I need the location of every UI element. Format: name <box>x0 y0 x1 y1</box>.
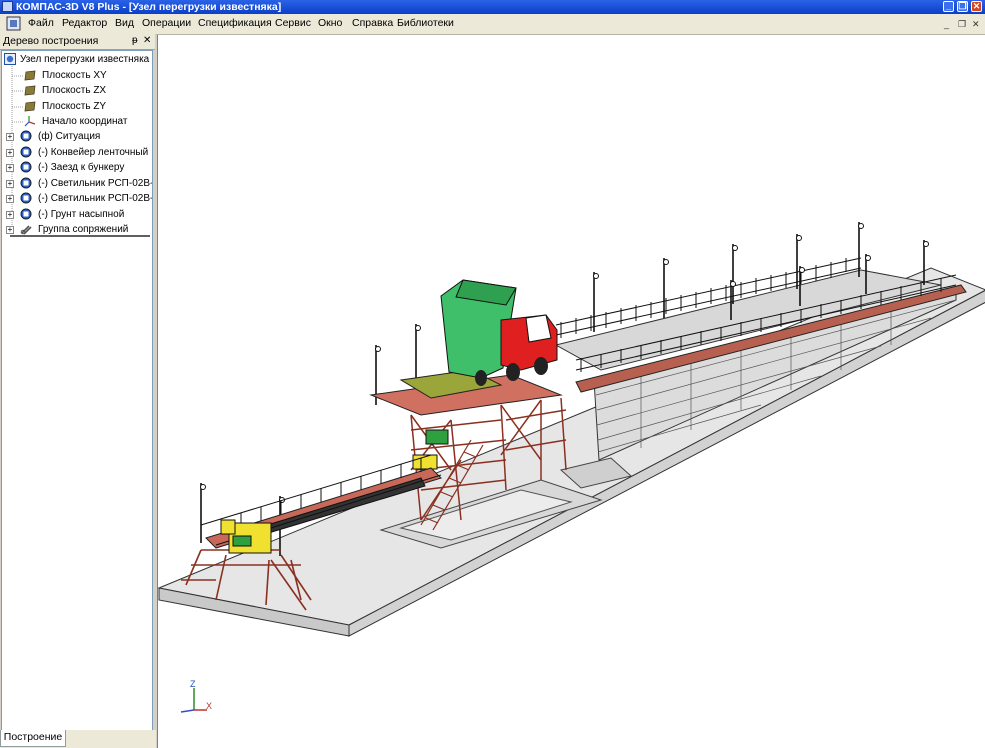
tree-item-lamp-2[interactable]: + (-) Светильник РСП-02В- <box>6 191 152 206</box>
tree-item-label: Плоскость XY <box>42 70 107 81</box>
app-icon <box>2 1 13 12</box>
menu-view[interactable]: Вид <box>115 17 134 29</box>
restore-icon[interactable]: ❐ <box>957 1 968 12</box>
origin-icon <box>24 116 36 127</box>
tree-item-ground[interactable]: + (-) Грунт насыпной <box>6 207 152 222</box>
panel-close-icon[interactable]: ✕ <box>143 35 151 46</box>
tree-item-label: (ф) Ситуация <box>38 131 101 142</box>
tree-item-label: (-) Светильник РСП-02В- <box>38 178 153 189</box>
component-icon <box>20 177 32 189</box>
tree-item-label: (-) Грунт насыпной <box>38 209 125 220</box>
component-icon <box>20 161 32 173</box>
drive-motor <box>425 429 449 445</box>
tree-item-lamp-1[interactable]: + (-) Светильник РСП-02В- <box>6 176 152 191</box>
menu-bar: Файл Редактор Вид Операции Спецификация … <box>0 14 985 35</box>
model-render: Z X <box>158 222 985 713</box>
tree-item-mates[interactable]: + Группа сопряжений <box>6 222 152 237</box>
expand-icon[interactable]: + <box>6 164 14 172</box>
menu-service[interactable]: Сервис <box>275 17 311 29</box>
axis-indicator: Z X <box>180 679 212 713</box>
minimize-icon[interactable]: _ <box>943 1 954 12</box>
expand-icon[interactable]: + <box>6 180 14 188</box>
tree-item-conveyor[interactable]: + (-) Конвейер ленточный <box>6 145 152 160</box>
plane-icon <box>24 85 36 96</box>
tree-item-label: (-) Заезд к бункеру <box>38 162 125 173</box>
tree-item-ramp[interactable]: + (-) Заезд к бункеру <box>6 160 152 175</box>
tree-panel-title: Дерево построения <box>3 35 99 47</box>
mates-icon <box>20 225 32 235</box>
pin-icon[interactable]: ᵽ <box>132 35 138 46</box>
expand-icon[interactable]: + <box>6 149 14 157</box>
tree-panel-header: Дерево построения ᵽ ✕ <box>0 34 155 50</box>
menu-edit[interactable]: Редактор <box>62 17 107 29</box>
tree-item-label: Начало координат <box>42 116 128 127</box>
title-bar: КОМПАС-3D V8 Plus - [Узел перегрузки изв… <box>0 0 985 14</box>
expand-icon[interactable]: + <box>6 195 14 203</box>
document-icon[interactable] <box>6 16 22 31</box>
expand-icon[interactable]: + <box>6 226 14 234</box>
close-icon[interactable]: ✕ <box>971 1 982 12</box>
tree-item-label: Плоскость ZY <box>42 101 107 112</box>
menu-libraries[interactable]: Библиотеки <box>397 17 454 29</box>
axis-z-label: Z <box>190 679 196 689</box>
menu-help[interactable]: Справка <box>352 17 393 29</box>
mdi-restore-icon[interactable]: ❐ <box>958 19 966 30</box>
tree-panel: Дерево построения ᵽ ✕ Узел перегрузки из… <box>0 34 156 748</box>
menu-window[interactable]: Окно <box>318 17 342 29</box>
tree-item-label: Плоскость ZX <box>42 85 107 96</box>
build-tree: Узел перегрузки известняка Плоскость XY … <box>1 50 153 747</box>
menu-specification[interactable]: Спецификация <box>198 17 272 29</box>
dump-truck <box>440 279 558 386</box>
component-icon <box>20 146 32 158</box>
menu-operations[interactable]: Операции <box>142 17 191 29</box>
plane-icon <box>24 70 36 81</box>
axis-x-label: X <box>206 701 212 711</box>
expand-icon[interactable]: + <box>6 211 14 219</box>
panel-tabs: Построение <box>0 730 156 748</box>
menu-file[interactable]: Файл <box>28 17 54 29</box>
component-icon <box>20 208 32 220</box>
tab-build[interactable]: Построение <box>0 730 66 747</box>
component-icon <box>20 130 32 142</box>
tail-drive <box>220 519 272 554</box>
tree-item-situation[interactable]: + (ф) Ситуация <box>6 129 152 144</box>
plane-icon <box>24 101 36 112</box>
tree-item-label: (-) Светильник РСП-02В- <box>38 193 153 204</box>
tree-separator <box>10 235 150 237</box>
tree-root-label: Узел перегрузки известняка <box>20 54 150 65</box>
tree-item-label: (-) Конвейер ленточный <box>38 147 149 158</box>
assembly-icon <box>4 53 16 65</box>
mdi-minimize-icon[interactable]: _ <box>944 19 949 29</box>
component-icon <box>20 192 32 204</box>
model-viewport[interactable]: Z X <box>157 35 985 748</box>
expand-icon[interactable]: + <box>6 133 14 141</box>
mdi-close-icon[interactable]: ✕ <box>972 19 980 30</box>
window-title: КОМПАС-3D V8 Plus - [Узел перегрузки изв… <box>16 1 282 13</box>
